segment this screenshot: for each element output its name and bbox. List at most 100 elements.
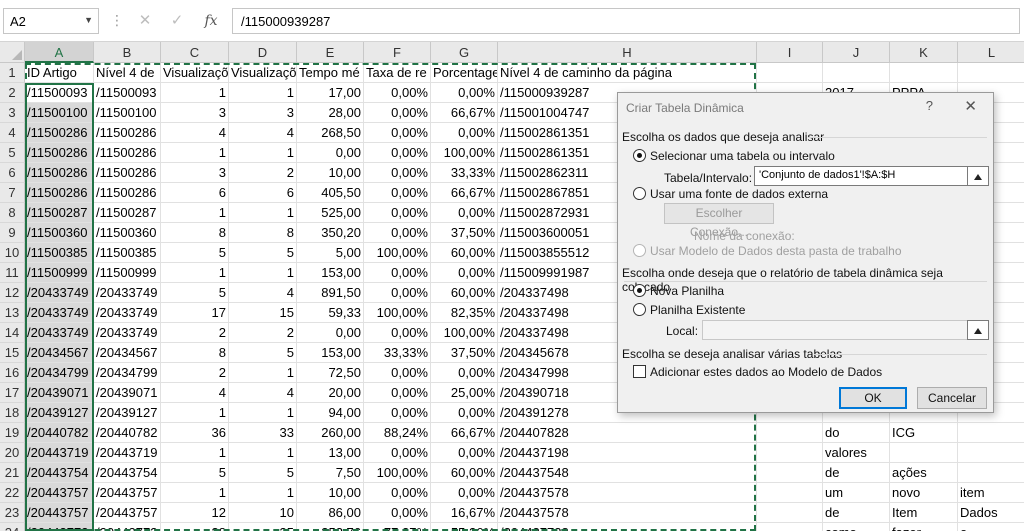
table-cell[interactable]: 10	[229, 503, 297, 523]
table-cell[interactable]: /20433749	[25, 323, 94, 343]
header-cell[interactable]: ID Artigo	[25, 63, 94, 83]
enter-icon[interactable]: ✓	[164, 8, 190, 34]
cancel-button[interactable]: Cancelar	[917, 387, 987, 409]
row-header[interactable]: 22	[0, 483, 25, 503]
table-cell[interactable]: 0,00%	[431, 483, 498, 503]
table-cell[interactable]: 100,00%	[431, 143, 498, 163]
cancel-icon[interactable]: ✕	[132, 8, 158, 34]
radio-data-model[interactable]	[633, 244, 646, 257]
table-cell[interactable]: 20,00	[297, 383, 364, 403]
table-cell[interactable]: 66,67%	[431, 183, 498, 203]
table-cell[interactable]: 10,00	[297, 163, 364, 183]
table-cell[interactable]: /11500100	[25, 103, 94, 123]
table-cell[interactable]: 0,00%	[364, 203, 431, 223]
row-header[interactable]: 7	[0, 183, 25, 203]
radio-new-sheet-label[interactable]: Nova Planilha	[650, 284, 724, 298]
ok-button[interactable]: OK	[839, 387, 907, 409]
table-cell[interactable]: 1	[229, 443, 297, 463]
add-to-data-model-label[interactable]: Adicionar estes dados ao Modelo de Dados	[650, 365, 882, 379]
table-cell[interactable]: 5	[161, 243, 229, 263]
table-cell[interactable]: 891,50	[297, 283, 364, 303]
table-cell[interactable]: 4	[229, 123, 297, 143]
table-cell[interactable]: Dados	[958, 503, 1024, 523]
table-cell[interactable]: 0,00%	[364, 323, 431, 343]
table-cell[interactable]: /20433749	[94, 303, 161, 323]
table-cell[interactable]: 0,00%	[364, 123, 431, 143]
table-cell[interactable]: 5	[229, 463, 297, 483]
table-cell[interactable]: 4	[229, 383, 297, 403]
table-cell[interactable]: /20439127	[25, 403, 94, 423]
table-cell[interactable]	[757, 523, 823, 531]
table-cell[interactable]: 1	[161, 83, 229, 103]
table-cell[interactable]	[958, 463, 1024, 483]
header-cell[interactable]: Nível 4 de caminho da página	[498, 63, 757, 83]
table-cell[interactable]: 0,00%	[431, 363, 498, 383]
table-cell[interactable]: /11500287	[94, 203, 161, 223]
range-input[interactable]: 'Conjunto de dados1'!$A:$H	[754, 166, 968, 186]
table-cell[interactable]: 3	[161, 103, 229, 123]
table-cell[interactable]: 0,00%	[431, 263, 498, 283]
table-cell[interactable]: 8	[161, 223, 229, 243]
table-cell[interactable]: 6	[161, 183, 229, 203]
table-cell[interactable]: /11500286	[94, 143, 161, 163]
table-cell[interactable]: 0,00%	[364, 283, 431, 303]
table-cell[interactable]: 5	[229, 343, 297, 363]
column-header[interactable]: H	[498, 42, 757, 63]
table-cell[interactable]: 100,00%	[364, 463, 431, 483]
table-cell[interactable]: 1	[161, 263, 229, 283]
formula-input[interactable]: /115000939287	[232, 8, 1020, 34]
row-header[interactable]: 8	[0, 203, 25, 223]
table-cell[interactable]: 94,00	[297, 403, 364, 423]
table-cell[interactable]: /20433749	[25, 303, 94, 323]
table-cell[interactable]: 3	[161, 163, 229, 183]
table-cell[interactable]: 1	[229, 483, 297, 503]
table-cell[interactable]: 153,00	[297, 263, 364, 283]
table-cell[interactable]: 260,00	[297, 423, 364, 443]
table-cell[interactable]: 268,50	[297, 123, 364, 143]
table-cell[interactable]: ICG	[890, 423, 958, 443]
row-header[interactable]: 11	[0, 263, 25, 283]
column-header[interactable]: A	[25, 42, 94, 63]
radio-select-table[interactable]	[633, 149, 646, 162]
help-icon[interactable]: ?	[926, 98, 933, 113]
row-header[interactable]: 14	[0, 323, 25, 343]
table-cell[interactable]: 60,00%	[431, 243, 498, 263]
column-header[interactable]: D	[229, 42, 297, 63]
row-header[interactable]: 21	[0, 463, 25, 483]
table-cell[interactable]: 36	[161, 423, 229, 443]
row-header[interactable]: 12	[0, 283, 25, 303]
table-cell[interactable]: /11500286	[94, 163, 161, 183]
table-cell[interactable]: 0,00%	[364, 263, 431, 283]
table-cell[interactable]: /204437578	[498, 483, 757, 503]
table-cell[interactable]: de	[823, 503, 890, 523]
table-cell[interactable]: /204437198	[498, 443, 757, 463]
table-cell[interactable]: 1	[161, 483, 229, 503]
table-cell[interactable]: /204437548	[498, 463, 757, 483]
row-header[interactable]: 17	[0, 383, 25, 403]
table-cell[interactable]: 88,24%	[364, 423, 431, 443]
table-cell[interactable]: 1	[229, 263, 297, 283]
table-cell[interactable]: /20443757	[25, 483, 94, 503]
radio-select-table-label[interactable]: Selecionar uma tabela ou intervalo	[650, 149, 835, 163]
row-header[interactable]: 2	[0, 83, 25, 103]
table-cell[interactable]: /11500360	[25, 223, 94, 243]
radio-external-source[interactable]	[633, 187, 646, 200]
table-cell[interactable]: 0,00%	[364, 223, 431, 243]
table-cell[interactable]: como	[823, 523, 890, 531]
column-header[interactable]: B	[94, 42, 161, 63]
row-header[interactable]: 10	[0, 243, 25, 263]
table-cell[interactable]: /20443757	[94, 503, 161, 523]
table-cell[interactable]: 1	[161, 443, 229, 463]
table-cell[interactable]: /20443719	[94, 443, 161, 463]
row-header[interactable]: 20	[0, 443, 25, 463]
radio-data-model-label[interactable]: Usar Modelo de Dados desta pasta de trab…	[650, 244, 902, 258]
table-cell[interactable]: /20443754	[94, 463, 161, 483]
table-cell[interactable]: 0,00%	[431, 123, 498, 143]
table-cell[interactable]: 0,00%	[364, 383, 431, 403]
table-cell[interactable]: 6	[229, 183, 297, 203]
table-cell[interactable]: /20440782	[25, 423, 94, 443]
radio-new-sheet[interactable]	[633, 284, 646, 297]
table-cell[interactable]: ações	[890, 463, 958, 483]
table-cell[interactable]: 5	[161, 283, 229, 303]
table-cell[interactable]: 4	[161, 383, 229, 403]
